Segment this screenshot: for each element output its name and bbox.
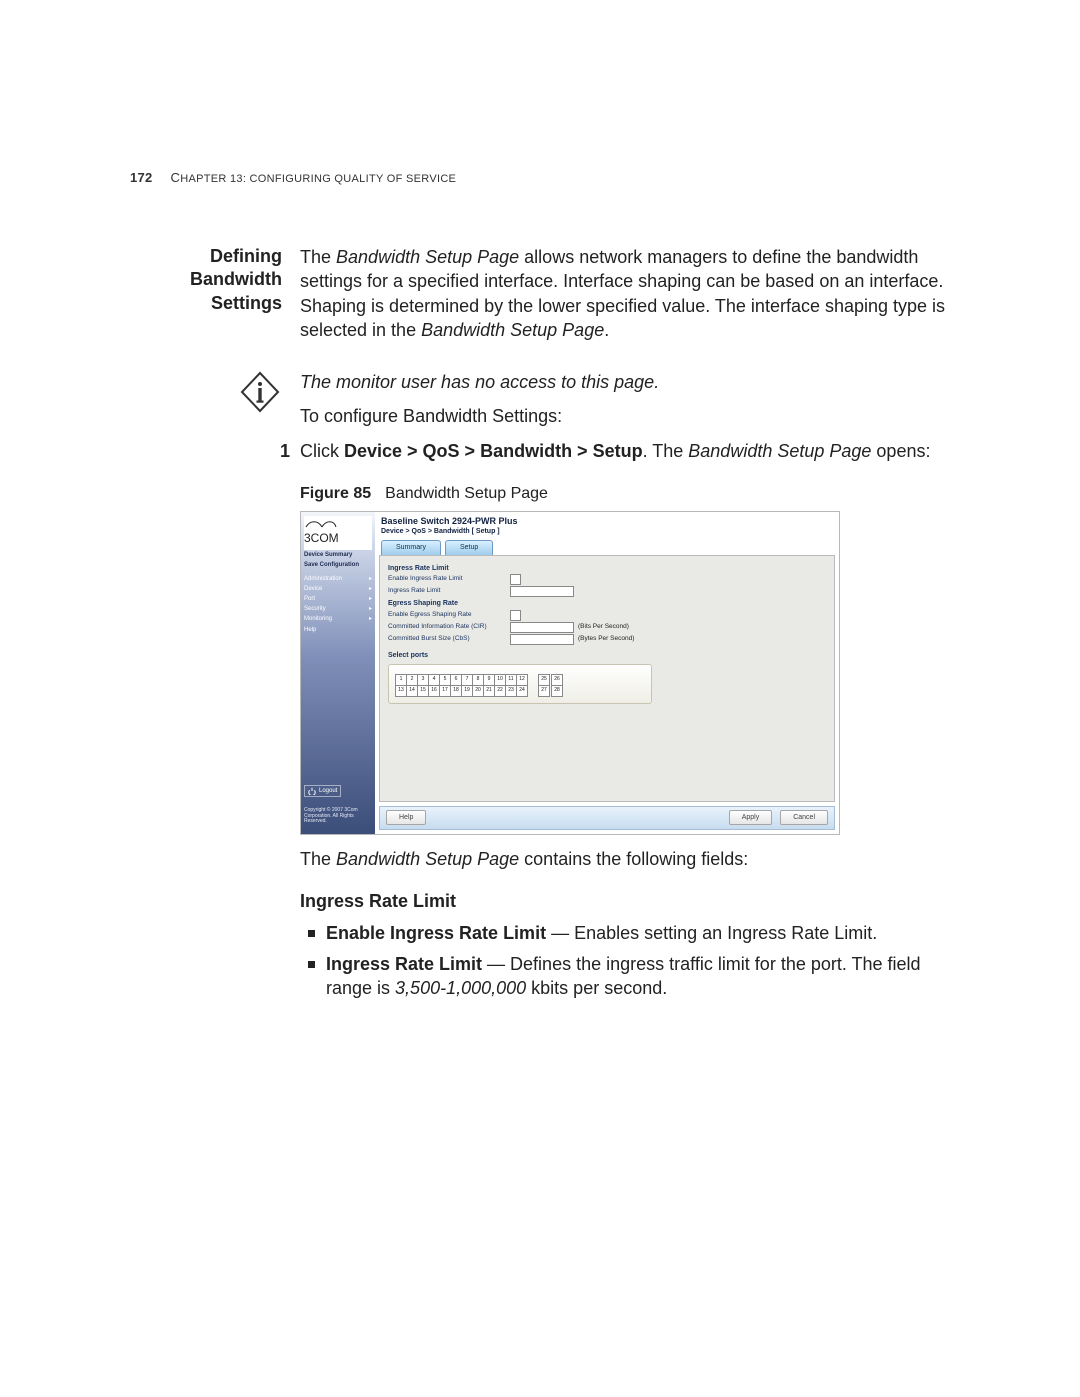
- shot-nav-administration[interactable]: Administration▸: [304, 574, 372, 584]
- shot-input-cir[interactable]: [510, 622, 574, 633]
- shot-logo: 3COM: [304, 516, 372, 550]
- shot-nav-monitoring[interactable]: Monitoring▸: [304, 614, 372, 624]
- shot-group-ingress: Ingress Rate Limit: [388, 564, 826, 573]
- lead-text: To configure Bandwidth Settings:: [300, 404, 950, 428]
- running-header: 172 CHAPTER 13: CONFIGURING QUALITY OF S…: [130, 170, 950, 185]
- shot-tab-summary[interactable]: Summary: [381, 540, 441, 554]
- shot-checkbox-enable-ingress[interactable]: [510, 574, 521, 585]
- shot-help-button[interactable]: Help: [386, 810, 426, 825]
- shot-port-selector[interactable]: 123456789101112131415161718192021222324 …: [388, 664, 652, 704]
- shot-input-cbs[interactable]: [510, 634, 574, 645]
- shot-nav-save-config[interactable]: Save Configuration: [304, 560, 372, 570]
- shot-cancel-button[interactable]: Cancel: [780, 810, 828, 825]
- shot-port-uplink[interactable]: 28: [551, 685, 563, 697]
- section-side-heading: Defining Bandwidth Settings: [130, 245, 300, 352]
- shot-port-uplink[interactable]: 27: [538, 685, 550, 697]
- shot-breadcrumb: Device > QoS > Bandwidth [ Setup ]: [375, 527, 839, 540]
- intro-paragraph: The Bandwidth Setup Page allows network …: [300, 245, 950, 352]
- step-1: 1 Click Device > QoS > Bandwidth > Setup…: [300, 439, 950, 463]
- shot-port[interactable]: 24: [516, 685, 528, 697]
- bullet-ingress-rate: Ingress Rate Limit — Defines the ingress…: [304, 952, 950, 1001]
- shot-footer: Help Apply Cancel: [379, 806, 835, 830]
- shot-copyright: Copyright © 2007 3Com Corporation. All R…: [304, 808, 372, 825]
- shot-apply-button[interactable]: Apply: [729, 810, 773, 825]
- shot-group-egress: Egress Shaping Rate: [388, 599, 826, 608]
- chapter-title: CHAPTER 13: CONFIGURING QUALITY OF SERVI…: [171, 170, 457, 185]
- after-figure-text: The Bandwidth Setup Page contains the fo…: [300, 847, 950, 871]
- shot-nav-device[interactable]: Device▸: [304, 584, 372, 594]
- page-number: 172: [130, 170, 153, 185]
- subsection-heading: Ingress Rate Limit: [300, 889, 950, 913]
- info-note: The monitor user has no access to this p…: [300, 370, 950, 394]
- shot-select-ports-label: Select ports: [388, 651, 826, 660]
- shot-input-ingress-rate[interactable]: [510, 586, 574, 597]
- shot-checkbox-enable-egress[interactable]: [510, 610, 521, 621]
- shot-logout[interactable]: Logout: [304, 785, 341, 797]
- shot-device-title: Baseline Switch 2924-PWR Plus: [375, 512, 839, 527]
- shot-form-panel: Ingress Rate Limit Enable Ingress Rate L…: [379, 555, 835, 802]
- info-icon: [238, 370, 282, 414]
- figure-screenshot: 3COM Device Summary Save Configuration A…: [300, 511, 840, 835]
- shot-tab-setup[interactable]: Setup: [445, 540, 493, 554]
- shot-nav-security[interactable]: Security▸: [304, 604, 372, 614]
- figure-caption: Figure 85Bandwidth Setup Page: [300, 483, 950, 505]
- shot-nav-port[interactable]: Port▸: [304, 594, 372, 604]
- shot-nav-help[interactable]: Help: [304, 625, 372, 635]
- bullet-enable-ingress: Enable Ingress Rate Limit — Enables sett…: [304, 921, 950, 945]
- shot-nav-device-summary[interactable]: Device Summary: [304, 550, 372, 560]
- shot-sidebar: 3COM Device Summary Save Configuration A…: [301, 512, 375, 834]
